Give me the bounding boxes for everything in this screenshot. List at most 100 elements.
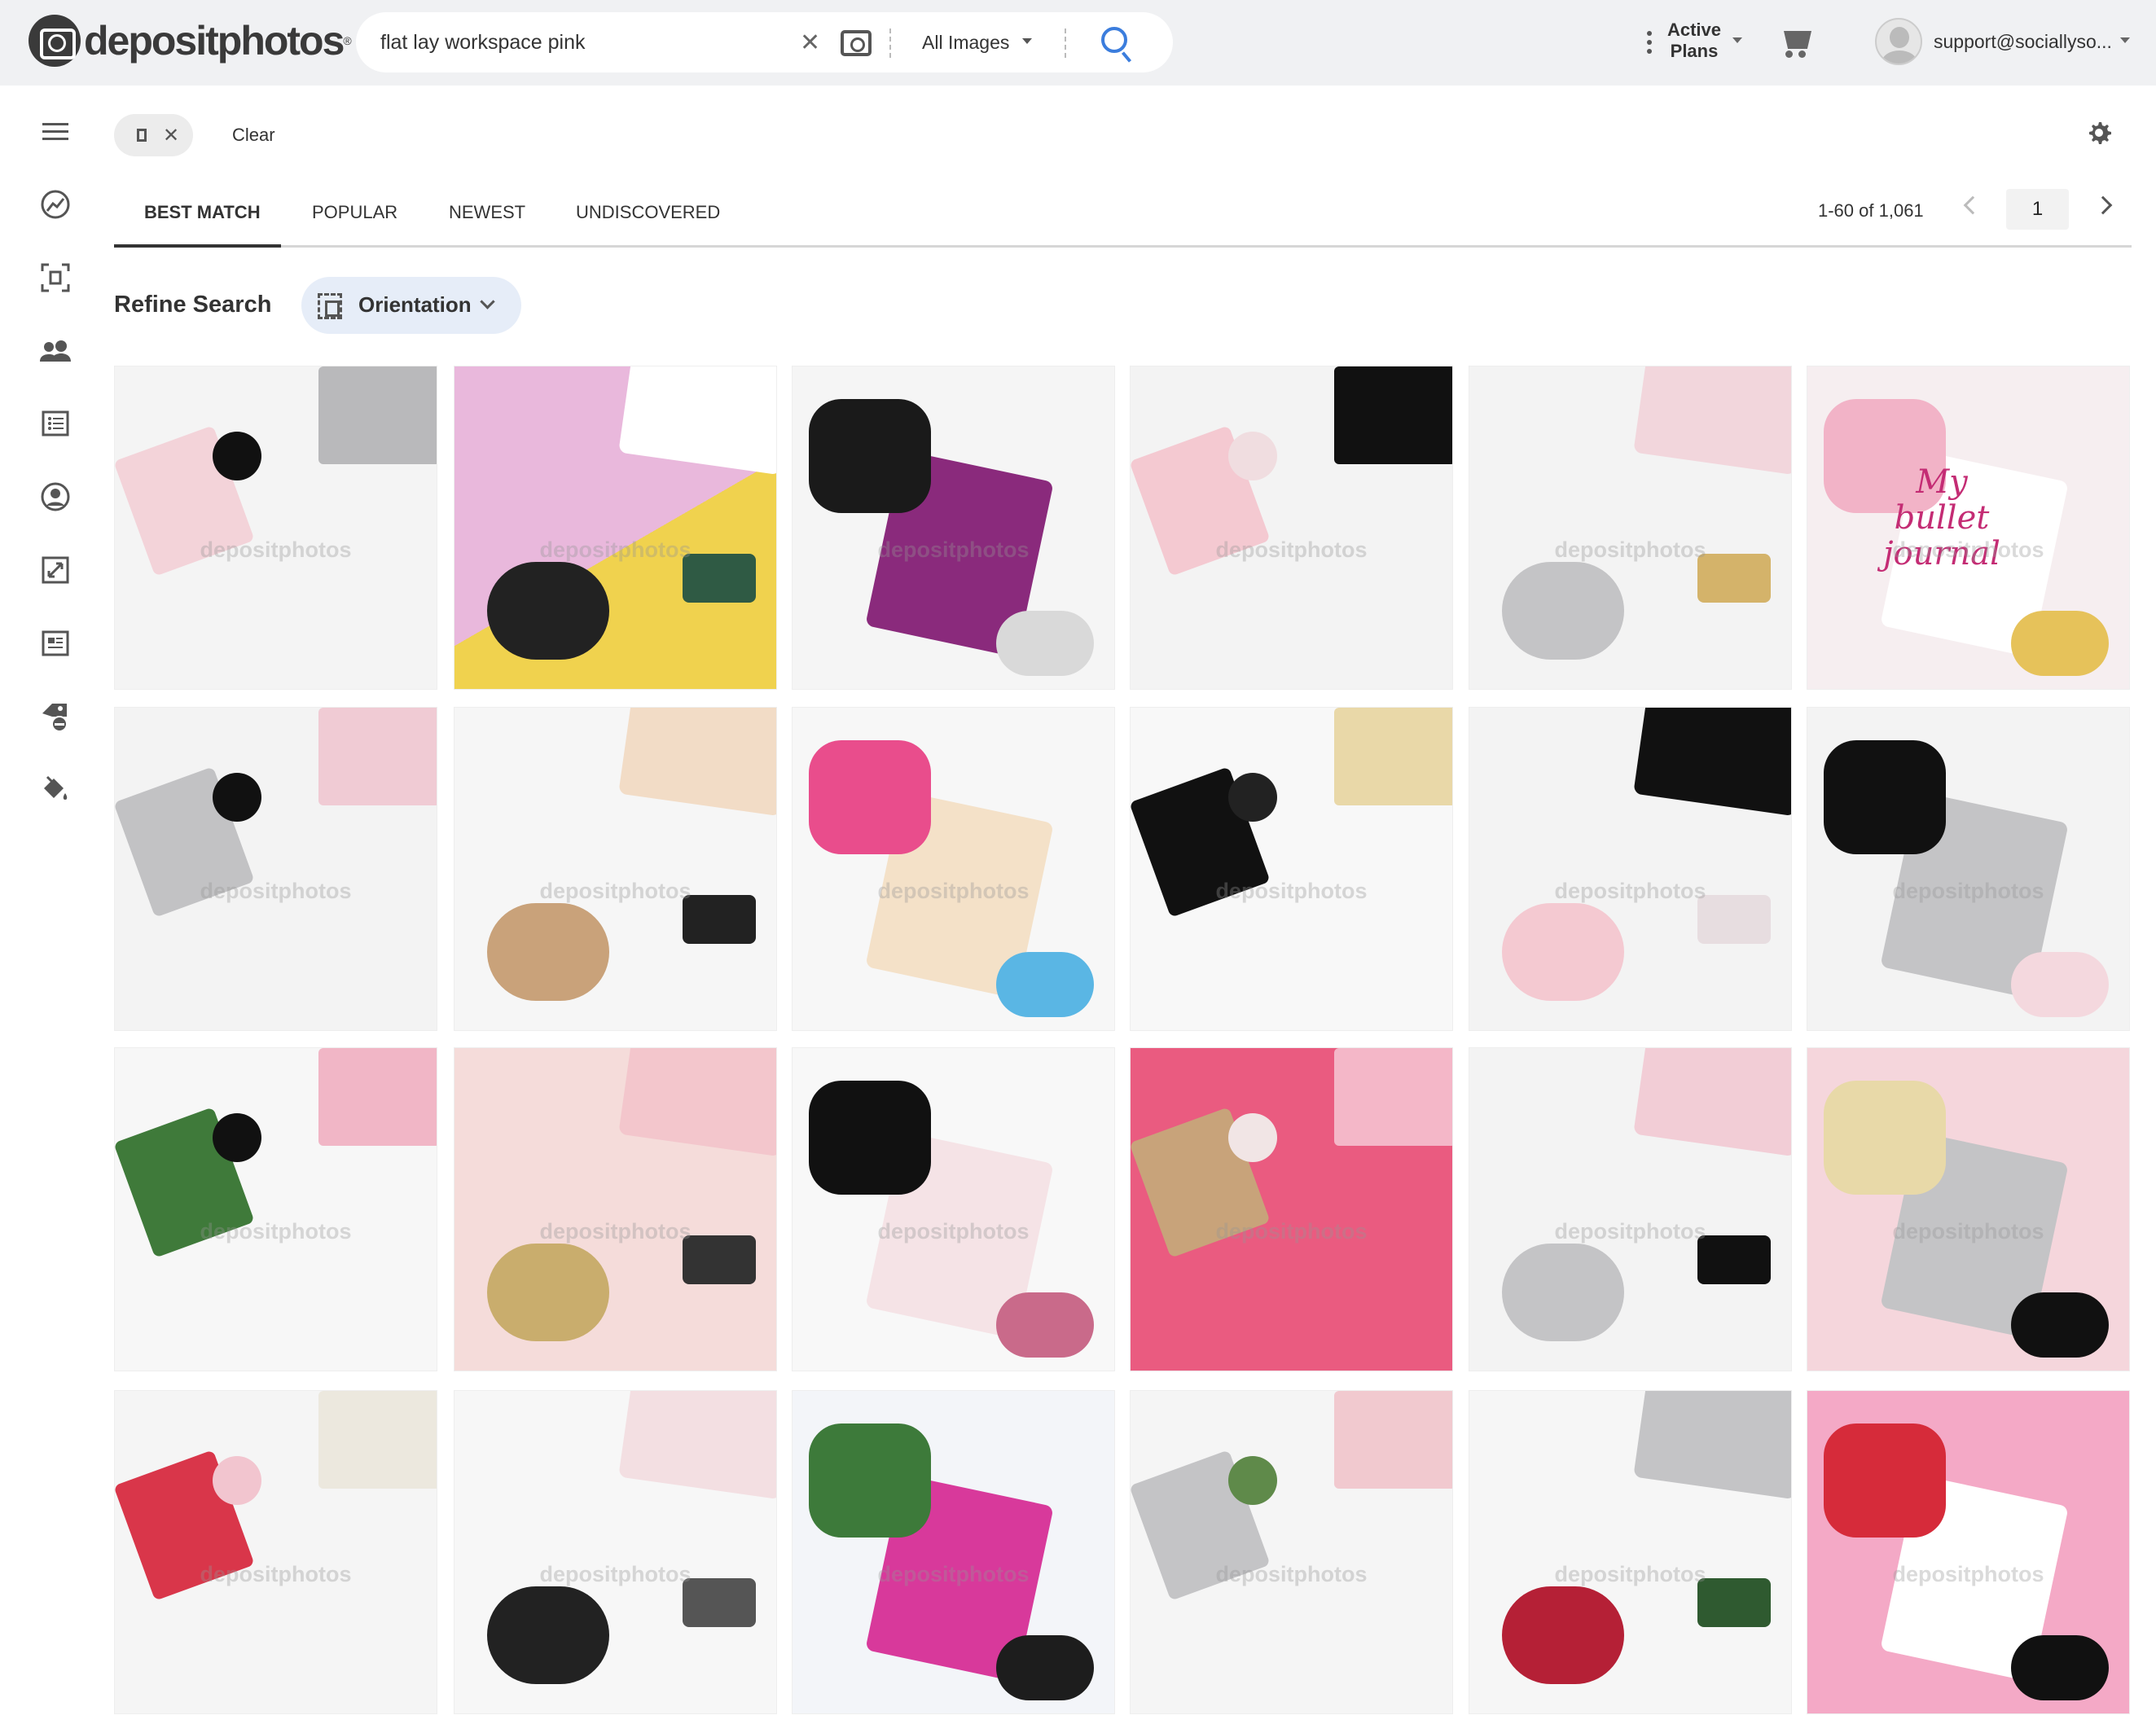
tab-popular[interactable]: Popular <box>312 202 397 223</box>
caret-down-icon[interactable] <box>1732 37 1742 48</box>
image-type-select[interactable]: All Images <box>922 32 1009 54</box>
photo-object <box>1824 1424 1946 1538</box>
page-number-input[interactable]: 1 <box>2006 189 2069 230</box>
image-thumbnail[interactable]: depositphotos <box>792 1390 1115 1714</box>
search-bar: ✕ All Images <box>356 12 1173 72</box>
watermark: depositphotos <box>1892 1219 2044 1244</box>
clear-filters-button[interactable]: Clear <box>232 125 275 146</box>
refine-search-label: Refine Search <box>114 292 272 318</box>
focus-icon[interactable] <box>39 261 72 294</box>
avatar[interactable] <box>1875 18 1922 65</box>
watermark: depositphotos <box>200 879 352 903</box>
photo-object <box>1633 708 1791 817</box>
photo-object <box>1334 366 1452 464</box>
orientation-icon <box>318 293 342 319</box>
cart-icon[interactable] <box>1784 31 1811 49</box>
resize-icon[interactable] <box>39 554 72 586</box>
close-icon[interactable]: ✕ <box>163 124 179 147</box>
photo-object <box>1228 1113 1277 1162</box>
image-thumbnail[interactable]: depositphotos <box>792 1047 1115 1371</box>
watermark: depositphotos <box>1554 1219 1706 1244</box>
photo-object <box>1502 1244 1624 1341</box>
photo-object <box>809 399 931 513</box>
image-thumbnail[interactable]: depositphotos <box>1469 1390 1792 1714</box>
caret-down-icon[interactable] <box>2120 37 2130 48</box>
photo-object <box>1228 1456 1277 1505</box>
image-thumbnail[interactable]: depositphotos <box>792 366 1115 690</box>
photo-object <box>1502 562 1624 660</box>
image-thumbnail[interactable]: depositphotos <box>114 366 437 690</box>
image-thumbnail[interactable]: depositphotos <box>1807 1390 2130 1714</box>
photo-object <box>1824 1081 1946 1195</box>
image-thumbnail[interactable]: My bullet journal depositphotos <box>1807 366 2130 690</box>
image-thumbnail[interactable]: depositphotos <box>114 1047 437 1371</box>
tab-best-match[interactable]: Best Match <box>144 202 261 223</box>
watermark: depositphotos <box>1215 1562 1368 1586</box>
image-thumbnail[interactable]: depositphotos <box>1130 1390 1453 1714</box>
active-tab-indicator <box>114 244 281 248</box>
logo-text: depositphotos <box>84 18 345 64</box>
photo-object <box>1633 366 1791 476</box>
watermark: depositphotos <box>1554 1562 1706 1586</box>
account-circle-icon[interactable] <box>39 480 72 513</box>
photo-object <box>996 952 1094 1017</box>
image-thumbnail[interactable]: depositphotos <box>114 707 437 1031</box>
photo-object <box>1824 740 1946 854</box>
watermark: depositphotos <box>200 537 352 562</box>
image-thumbnail[interactable]: depositphotos <box>454 707 777 1031</box>
image-thumbnail[interactable]: depositphotos <box>114 1390 437 1714</box>
watermark: depositphotos <box>877 537 1030 562</box>
image-thumbnail[interactable]: depositphotos <box>454 366 777 690</box>
logo[interactable]: depositphotos ® <box>29 15 352 67</box>
photo-object <box>1502 1586 1624 1684</box>
photo-object <box>809 740 931 854</box>
watermark: depositphotos <box>539 1219 692 1244</box>
photo-object <box>809 1081 931 1195</box>
registered-mark: ® <box>343 34 352 47</box>
close-icon[interactable]: ✕ <box>800 29 820 57</box>
list-icon[interactable] <box>39 407 72 440</box>
menu-icon[interactable] <box>39 116 72 148</box>
trending-icon[interactable] <box>39 188 72 221</box>
image-thumbnail[interactable]: depositphotos <box>1130 707 1453 1031</box>
image-thumbnail[interactable]: depositphotos <box>792 707 1115 1031</box>
more-vert-icon[interactable] <box>1647 31 1652 58</box>
active-plans-button[interactable]: Active Plans <box>1662 20 1727 62</box>
watermark: depositphotos <box>1215 879 1368 903</box>
image-thumbnail[interactable]: depositphotos <box>1130 366 1453 690</box>
divider <box>1065 29 1066 58</box>
image-thumbnail[interactable]: depositphotos <box>1130 1047 1453 1371</box>
photo-object <box>318 1048 437 1146</box>
image-thumbnail[interactable]: depositphotos <box>1807 1047 2130 1371</box>
cart-wheels <box>1782 50 1808 59</box>
result-count: 1-60 of 1,061 <box>1818 200 1924 221</box>
photo-object <box>487 562 609 660</box>
camera-icon[interactable] <box>841 30 872 56</box>
image-thumbnail[interactable]: depositphotos <box>454 1390 777 1714</box>
people-icon[interactable] <box>39 335 72 367</box>
watermark: depositphotos <box>1215 1219 1368 1244</box>
photo-object <box>213 432 261 480</box>
divider <box>889 29 891 58</box>
watermark: depositphotos <box>1554 879 1706 903</box>
image-thumbnail[interactable]: depositphotos <box>1469 1047 1792 1371</box>
photo-object <box>318 1391 437 1489</box>
paint-bucket-icon[interactable] <box>39 774 72 806</box>
orientation-dropdown[interactable]: Orientation <box>301 277 521 334</box>
tab-undiscovered[interactable]: Undiscovered <box>576 202 720 223</box>
article-icon[interactable] <box>39 627 72 660</box>
tag-remove-icon[interactable] <box>39 700 72 733</box>
image-thumbnail[interactable]: depositphotos <box>1807 707 2130 1031</box>
vertical-orientation-icon <box>137 129 147 142</box>
user-email[interactable]: support@sociallyso... <box>1934 31 2112 53</box>
tab-newest[interactable]: Newest <box>449 202 525 223</box>
image-thumbnail[interactable]: depositphotos <box>1469 366 1792 690</box>
watermark: depositphotos <box>200 1562 352 1586</box>
orientation-filter-chip[interactable]: ✕ <box>114 114 193 156</box>
watermark: depositphotos <box>877 1219 1030 1244</box>
image-thumbnail[interactable]: depositphotos <box>1469 707 1792 1031</box>
image-thumbnail[interactable]: depositphotos <box>454 1047 777 1371</box>
watermark: depositphotos <box>877 1562 1030 1586</box>
search-icon[interactable] <box>1101 27 1127 53</box>
gear-icon[interactable] <box>2087 121 2111 145</box>
